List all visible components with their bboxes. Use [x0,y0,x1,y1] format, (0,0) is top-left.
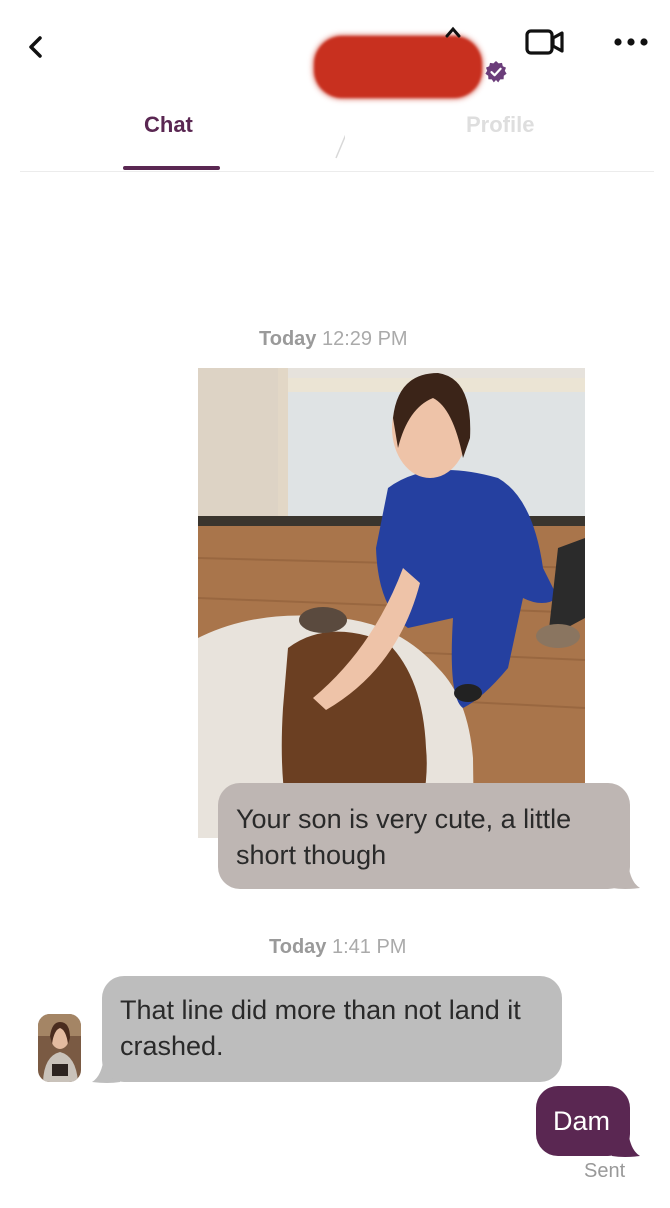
message-timestamp: Today 12:29 PM [259,328,408,351]
caret-up-icon [445,26,461,38]
chevron-left-icon[interactable] [22,30,52,64]
avatar[interactable] [38,1014,81,1082]
message-bubble-incoming[interactable]: That line did more than not land it cras… [102,976,562,1082]
top-bar [0,0,670,100]
delivery-status: Sent [584,1160,626,1182]
active-tab-indicator [123,166,220,170]
photo-message[interactable] [198,368,585,838]
tab-bar: Chat Profile [20,100,654,172]
avatar-image [38,1014,81,1082]
timestamp-day: Today [269,936,327,958]
tab-profile[interactable]: Profile [466,112,534,138]
timestamp-time: 1:41 PM [331,936,407,958]
message-timestamp: Today 1:41 PM [269,936,406,959]
bubble-tail [612,862,640,889]
timestamp-time: 12:29 PM [321,328,408,350]
tab-chat[interactable]: Chat [144,112,193,138]
more-dots-icon[interactable] [612,32,650,52]
tab-divider [335,134,345,159]
timestamp-day: Today [259,328,317,350]
video-call-icon[interactable] [524,26,566,58]
message-bubble-outgoing[interactable]: Your son is very cute, a little short th… [218,783,630,889]
verified-badge-icon [485,61,507,83]
message-bubble-outgoing[interactable]: Dam [536,1086,630,1156]
beaver-photo [198,368,585,838]
redacted-name[interactable] [314,36,482,98]
